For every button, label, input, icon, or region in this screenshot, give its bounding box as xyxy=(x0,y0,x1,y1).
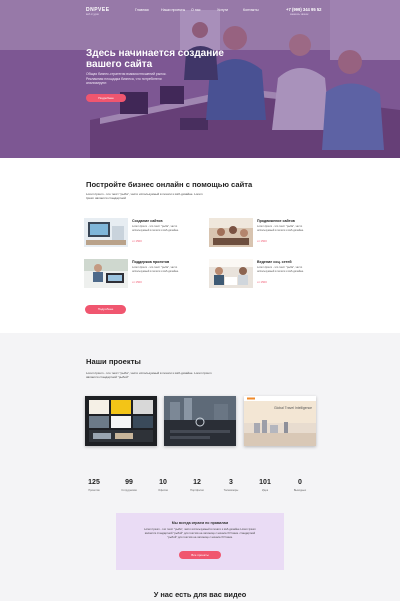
stat-number: 12 xyxy=(193,479,201,486)
service-thumb-promotion xyxy=(209,218,253,247)
project-preview-3 xyxy=(244,396,316,446)
nav-menu: Главная Наши проекты О нас Услуги Контак… xyxy=(135,8,269,12)
project-card-1[interactable] xyxy=(85,396,157,446)
project-card-3[interactable]: Global Travel Intelligence xyxy=(244,396,316,446)
service-price: от 1500 xyxy=(132,280,142,284)
service-text: Lorem Ipsum - это текст "рыба", часто ис… xyxy=(132,225,179,232)
service-thumb-social xyxy=(209,259,253,288)
stat-label: Телевизоры xyxy=(223,489,239,492)
service-card-support[interactable]: Поддержка проектов Lorem Ipsum - это тек… xyxy=(84,259,194,291)
service-price: от 1500 xyxy=(257,280,267,284)
nav-item-about[interactable]: О нас xyxy=(191,8,217,12)
project-card-3-heading: Global Travel Intelligence xyxy=(274,406,313,410)
stat-number: 0 xyxy=(298,479,302,486)
service-card-creation[interactable]: Создание сайтов Lorem Ipsum - это текст … xyxy=(84,218,194,250)
stat-tv: 3 Телевизоры xyxy=(216,479,246,492)
service-card-promotion[interactable]: Продвижение сайтов Lorem Ipsum - это тек… xyxy=(209,218,319,250)
stat-number: 10 xyxy=(159,479,167,486)
nav-item-contacts[interactable]: Контакты xyxy=(243,8,269,12)
service-thumb-support xyxy=(84,259,128,288)
video-section-title: У нас есть для вас видео xyxy=(153,590,247,599)
stat-employees: 99 Сотрудников xyxy=(114,479,144,492)
stat-number: 125 xyxy=(88,479,100,486)
rules-cta-box: Мы всегда играем по правилам Lorem Ipsum… xyxy=(116,513,284,570)
top-navigation: DNPVEE веб-студия Главная Наши проекты О… xyxy=(0,6,400,20)
service-card-social[interactable]: Ведение соц. сетей Lorem Ipsum - это тек… xyxy=(209,259,319,291)
stat-label: Портфолио xyxy=(190,489,204,492)
service-title: Ведение соц. сетей xyxy=(257,260,292,264)
all-projects-button[interactable]: Все проекты xyxy=(179,551,221,559)
stat-label: Проектов xyxy=(88,489,100,492)
service-text: Lorem Ipsum - это текст "рыба", часто ис… xyxy=(132,266,179,273)
stat-label: Офисов xyxy=(158,489,168,492)
site-logo-subtitle: веб-студия xyxy=(86,13,99,16)
hero-text: Общая бизнес-стратегия взаимоотношений р… xyxy=(86,72,167,86)
service-thumb-creation xyxy=(84,218,128,247)
project-card-2[interactable] xyxy=(164,396,236,446)
service-price: от 1500 xyxy=(132,239,142,243)
stats-row: 125 Проектов 99 Сотрудников 10 Офисов 12… xyxy=(0,479,400,499)
services-more-button[interactable]: Подробнее xyxy=(85,305,126,314)
stat-label: Сотрудников xyxy=(121,489,137,492)
nav-item-projects[interactable]: Наши проекты xyxy=(161,8,191,12)
services-title: Постройте бизнес онлайн с помощью сайта xyxy=(86,180,253,189)
services-text: Lorem Ipsum - это текст "рыба", часто ис… xyxy=(86,192,203,201)
service-title: Поддержка проектов xyxy=(132,260,170,264)
hero-overlay xyxy=(0,0,400,158)
stat-label: Выходных xyxy=(293,489,307,492)
projects-title: Наши проекты xyxy=(86,357,141,366)
nav-item-services[interactable]: Услуги xyxy=(217,8,243,12)
hero-title: Здесь начинается создание вашего сайта xyxy=(86,48,224,70)
cta-title: Мы всегда играем по правилам xyxy=(171,521,229,525)
cta-text: Lorem Ipsum - это текст "рыба", часто ис… xyxy=(144,528,256,539)
stat-portfolio: 12 Портфолио xyxy=(182,479,212,492)
service-text: Lorem Ipsum - это текст "рыба", часто ис… xyxy=(257,266,304,273)
stat-number: 3 xyxy=(229,479,233,486)
project-preview-1 xyxy=(85,396,157,446)
service-title: Продвижение сайтов xyxy=(257,219,295,223)
nav-item-home[interactable]: Главная xyxy=(135,8,161,12)
stat-days-off: 0 Выходных xyxy=(285,479,315,492)
header-phone[interactable]: +7 (999) 344 95 52 xyxy=(286,7,322,12)
stat-projects: 125 Проектов xyxy=(79,479,109,492)
stat-offices: 10 Офисов xyxy=(148,479,178,492)
service-text: Lorem Ipsum - это текст "рыба", часто ис… xyxy=(257,225,304,232)
project-preview-2 xyxy=(164,396,236,446)
projects-text: Lorem Ipsum - это текст "рыба", часто ис… xyxy=(86,371,212,380)
stat-ideas: 101 Идея xyxy=(250,479,280,492)
stat-number: 99 xyxy=(125,479,133,486)
stat-label: Идея xyxy=(261,489,269,492)
callback-link[interactable]: заказать звонок xyxy=(290,13,308,16)
service-title: Создание сайтов xyxy=(132,219,163,223)
hero-section: DNPVEE веб-студия Главная Наши проекты О… xyxy=(0,0,400,158)
stat-number: 101 xyxy=(259,479,271,486)
hero-more-button[interactable]: Подробнее xyxy=(86,94,126,102)
service-price: от 1500 xyxy=(257,239,267,243)
